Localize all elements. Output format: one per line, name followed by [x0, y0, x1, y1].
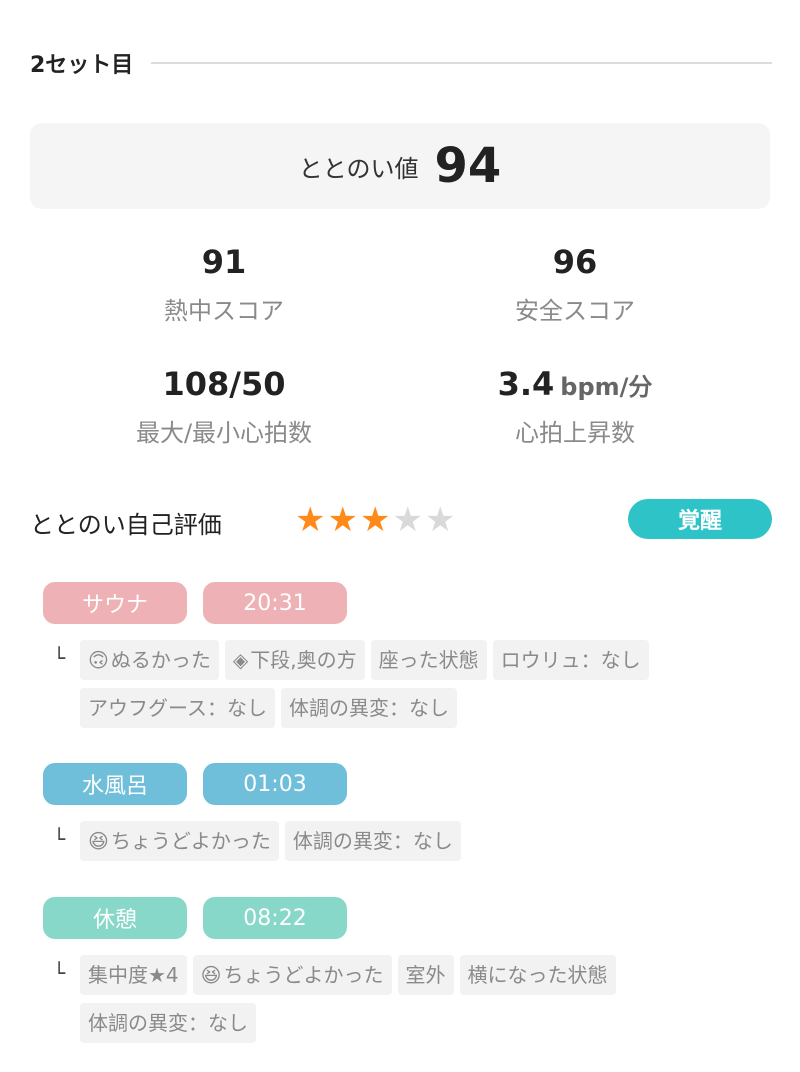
set-detail-page: 2セット目 ととのい値 94 91 熱中スコア 96 安全スコア 108/50 …: [0, 0, 800, 1072]
heart-rise-label: 心拍上昇数: [515, 419, 635, 447]
tag-text: ロウリュ：なし: [500, 648, 641, 672]
totonoi-value: 94: [434, 138, 502, 194]
star-rating: ★ ★ ★ ★ ★: [295, 499, 457, 541]
tag-text: 室外: [405, 963, 446, 987]
sauna-section: サウナ 20:31 └ 🙃 ぬるかった ◈ 下段,奥の方 座った状態 ロウリュ：なし アウフ…: [43, 582, 763, 732]
tag-text: 体調の異変：なし: [289, 696, 449, 720]
heart-range-stat: 108/50 最大/最小心拍数: [74, 364, 374, 448]
condition-tag: 体調の異変：なし: [284, 821, 461, 861]
tag-emoji-icon: 😆: [88, 829, 109, 853]
condition-tag: 😆 ちょうどよかった: [192, 955, 392, 995]
heart-rise-unit: bpm/分: [560, 373, 653, 401]
sauna-time-pill: 20:31: [203, 582, 347, 624]
condition-tag: 🙃 ぬるかった: [80, 640, 219, 680]
tag-text: 集中度★4: [88, 963, 179, 987]
safety-score-value: 96: [552, 243, 598, 281]
rest-label-pill: 休憩: [43, 897, 187, 939]
heart-rise-stat: 3.4 bpm/分 心拍上昇数: [425, 364, 725, 448]
tag-text: ちょうどよかった: [110, 829, 271, 853]
rest-time-pill: 08:22: [203, 897, 347, 939]
condition-tag: 座った状態: [370, 640, 487, 680]
condition-tag: ロウリュ：なし: [492, 640, 649, 680]
self-evaluation-row: ととのい自己評価 ★ ★ ★ ★ ★ 覚醒: [30, 497, 772, 543]
section-header: 2セット目: [30, 44, 772, 82]
condition-tag: ◈ 下段,奥の方: [224, 640, 365, 680]
rest-section: 休憩 08:22 └ 集中度★4 😆 ちょうどよかった 室外 横になった状態体調の異変：…: [43, 897, 763, 1057]
tag-emoji-icon: 😆: [200, 963, 222, 987]
condition-tag: 集中度★4: [80, 955, 187, 995]
safety-score-label: 安全スコア: [515, 297, 635, 325]
condition-tag: アウフグース：なし: [80, 688, 275, 728]
heat-score-stat: 91 熱中スコア: [74, 242, 374, 326]
tag-text: ぬるかった: [110, 648, 211, 672]
condition-tag: 体調の異変：なし: [80, 1003, 256, 1043]
heat-score-label: 熱中スコア: [164, 297, 284, 325]
rest-tags: 集中度★4 😆 ちょうどよかった 室外 横になった状態体調の異変：なし: [80, 955, 740, 1051]
tag-text: 体調の異変：なし: [88, 1011, 248, 1035]
heart-rise-value-line: 3.4 bpm/分: [425, 364, 725, 404]
sauna-label-pill: サウナ: [43, 582, 187, 624]
star-filled-icon: ★: [359, 500, 391, 540]
tag-text: 座った状態: [378, 648, 479, 672]
corner-bracket-icon: └: [53, 646, 66, 670]
star-filled-icon: ★: [295, 500, 326, 540]
mizuburo-label-pill: 水風呂: [43, 763, 187, 805]
heart-range-label: 最大/最小心拍数: [135, 419, 313, 447]
tag-text: 体調の異変：なし: [292, 829, 453, 853]
corner-bracket-icon: └: [53, 827, 66, 851]
heart-rise-value: 3.4: [497, 365, 555, 403]
safety-score-stat: 96 安全スコア: [425, 242, 725, 326]
tag-text: 下段,奥の方: [250, 648, 357, 672]
set-title: 2セット目: [30, 53, 134, 78]
totonoi-score-card: ととのい値 94: [30, 123, 770, 209]
heart-range-value: 108/50: [162, 365, 286, 403]
totonoi-label: ととのい値: [298, 154, 419, 183]
divider: [151, 62, 772, 64]
mizuburo-section: 水風呂 01:03 └ 😆 ちょうどよかった 体調の異変：なし: [43, 763, 763, 873]
tag-text: ちょうどよかった: [223, 963, 384, 987]
condition-tag: 横になった状態: [459, 955, 616, 995]
self-evaluation-label: ととのい自己評価: [30, 511, 222, 539]
condition-tag: 😆 ちょうどよかった: [80, 821, 279, 861]
mizuburo-time-pill: 01:03: [203, 763, 347, 805]
tag-text: アウフグース：なし: [88, 696, 267, 720]
tag-emoji-icon: ◈: [232, 648, 249, 672]
condition-tag: 室外: [397, 955, 454, 995]
tag-text: 横になった状態: [467, 963, 608, 987]
mizuburo-tags: 😆 ちょうどよかった 体調の異変：なし: [80, 821, 740, 869]
star-empty-icon: ★: [392, 500, 423, 540]
tag-emoji-icon: 🙃: [88, 648, 109, 672]
condition-tag: 体調の異変：なし: [281, 688, 457, 728]
corner-bracket-icon: └: [53, 961, 66, 985]
sauna-tags: 🙃 ぬるかった ◈ 下段,奥の方 座った状態 ロウリュ：なし アウフグース：なし 体調の異変：…: [80, 640, 740, 736]
star-filled-icon: ★: [327, 500, 358, 540]
star-empty-icon: ★: [424, 500, 456, 540]
heat-score-value: 91: [201, 243, 247, 281]
mood-badge: 覚醒: [628, 499, 772, 539]
